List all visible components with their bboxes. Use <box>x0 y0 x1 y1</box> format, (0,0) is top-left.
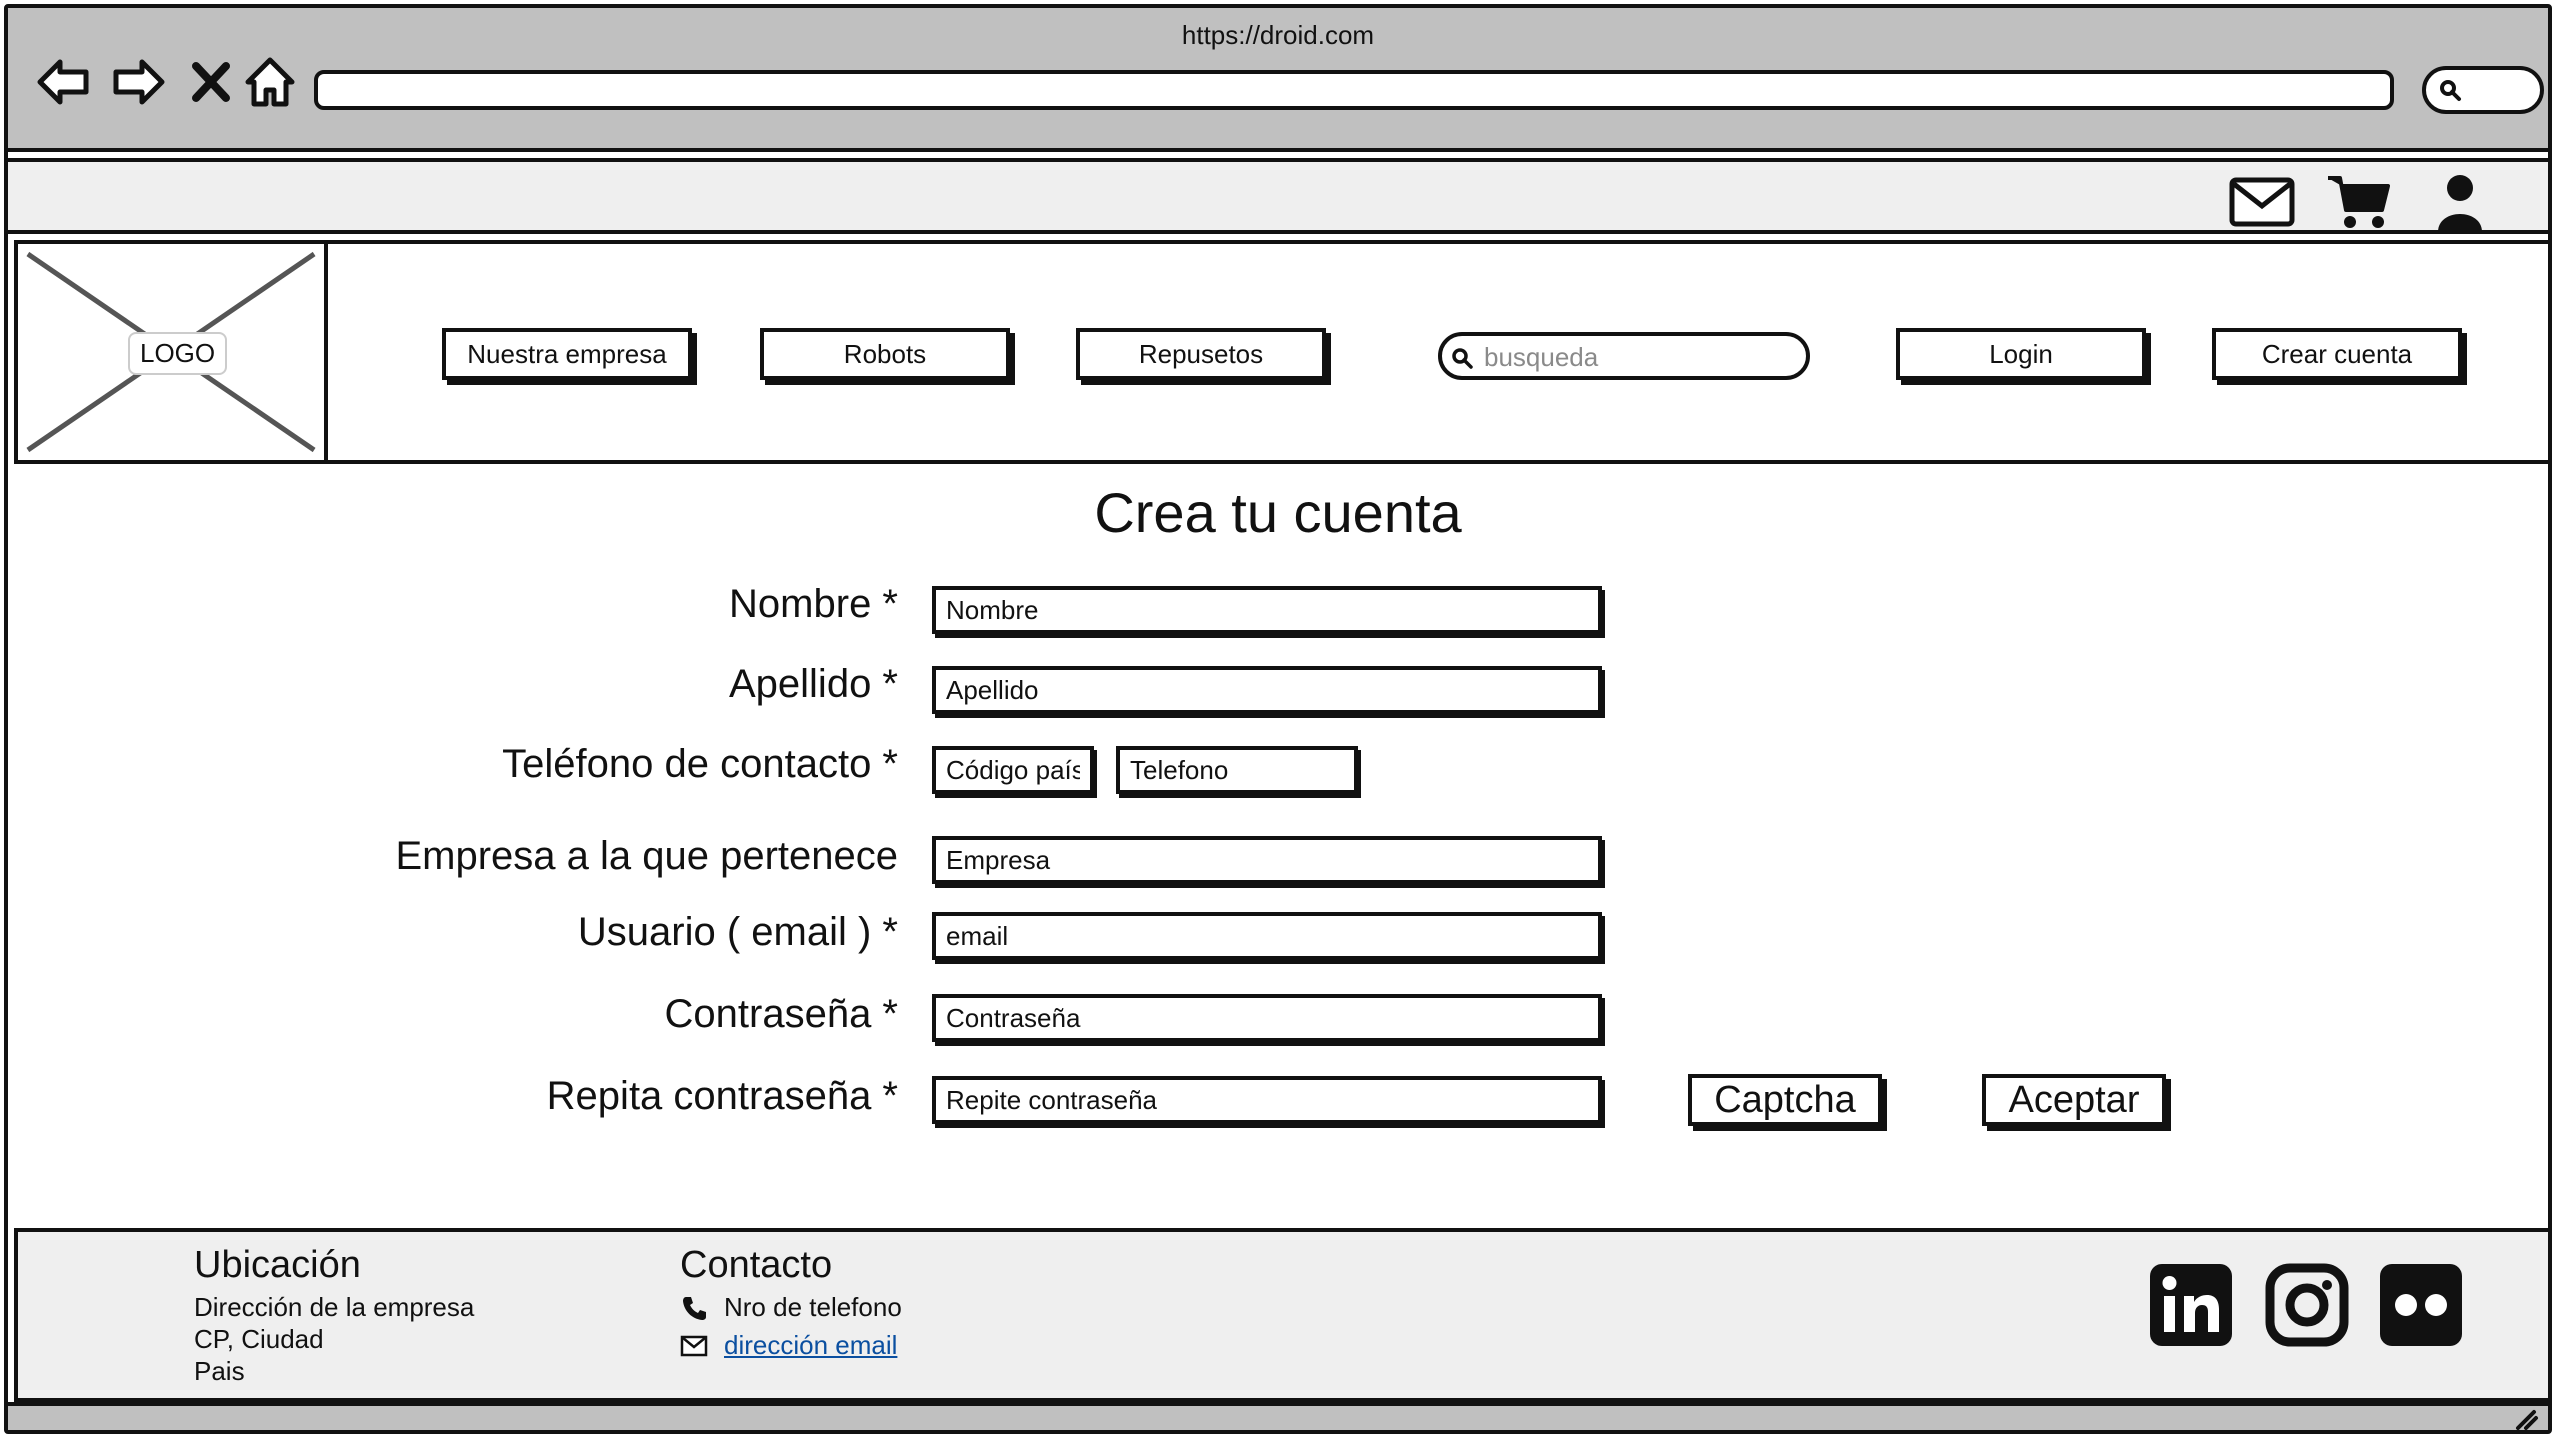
email-input[interactable] <box>932 912 1602 960</box>
repeat-password-input[interactable] <box>932 1076 1602 1124</box>
label-empresa: Empresa a la que pertenece <box>395 834 898 878</box>
browser-url: https://droid.com <box>1181 20 1375 50</box>
password-input[interactable] <box>932 994 1602 1042</box>
phone-icon <box>680 1294 708 1322</box>
login-button[interactable]: Login <box>1896 328 2146 380</box>
label-apellido: Apellido * <box>728 662 898 706</box>
address-bar[interactable] <box>314 70 2394 110</box>
empresa-input[interactable] <box>932 836 1602 884</box>
close-x-icon[interactable] <box>186 52 236 112</box>
accept-button[interactable]: Aceptar <box>1982 1074 2166 1126</box>
footer-location-heading: Ubicación <box>194 1244 361 1286</box>
nombre-input[interactable] <box>932 586 1602 634</box>
footer-contact-heading: Contacto <box>680 1244 833 1286</box>
nav-robots-button[interactable]: Robots <box>760 328 1010 380</box>
forward-arrow-icon[interactable] <box>108 52 168 112</box>
user-icon[interactable] <box>2426 172 2494 232</box>
label-telefono: Teléfono de contacto * <box>502 742 898 786</box>
logo-placeholder[interactable]: LOGO <box>18 244 328 460</box>
label-repita-contrasena: Repita contraseña * <box>546 1074 898 1118</box>
browser-chrome: https://droid.com <box>8 8 2548 152</box>
browser-window: https://droid.com LOGO Nuestra empresa R… <box>4 4 2552 1434</box>
footer-city-line: CP, Ciudad <box>194 1324 324 1354</box>
captcha-button[interactable]: Captcha <box>1688 1074 1882 1126</box>
linkedin-icon[interactable] <box>2148 1262 2234 1348</box>
mail-icon[interactable] <box>2228 172 2296 232</box>
mail-icon <box>680 1332 708 1360</box>
footer-phone-text: Nro de telefono <box>724 1292 902 1322</box>
site-footer: Ubicación Dirección de la empresa CP, Ci… <box>14 1228 2548 1402</box>
footer-address-line: Dirección de la empresa <box>194 1292 475 1322</box>
resize-grip-icon[interactable] <box>2512 1406 2540 1430</box>
browser-search-field[interactable] <box>2422 66 2544 114</box>
back-arrow-icon[interactable] <box>34 52 94 112</box>
footer-country-line: Pais <box>194 1356 245 1386</box>
logo-label: LOGO <box>128 332 228 375</box>
site-header: LOGO Nuestra empresa Robots Repusetos Lo… <box>14 240 2548 464</box>
cart-icon[interactable] <box>2326 172 2394 232</box>
browser-status-bar <box>8 1402 2548 1430</box>
search-icon <box>1452 348 1473 369</box>
nav-nuestra-empresa-button[interactable]: Nuestra empresa <box>442 328 692 380</box>
label-nombre: Nombre * <box>729 582 898 626</box>
label-usuario: Usuario ( email ) * <box>577 910 898 954</box>
country-code-input[interactable] <box>932 746 1094 794</box>
flickr-icon[interactable] <box>2378 1262 2464 1348</box>
page-title: Crea tu cuenta <box>1094 481 1462 544</box>
telefono-input[interactable] <box>1116 746 1358 794</box>
search-icon <box>2440 80 2461 101</box>
home-icon[interactable] <box>240 52 300 112</box>
create-account-button[interactable]: Crear cuenta <box>2212 328 2462 380</box>
site-search-input[interactable] <box>1482 340 1796 374</box>
apellido-input[interactable] <box>932 666 1602 714</box>
footer-email-link[interactable]: dirección email <box>724 1330 897 1361</box>
nav-repuestos-button[interactable]: Repusetos <box>1076 328 1326 380</box>
site-search-field[interactable] <box>1438 332 1810 380</box>
instagram-icon[interactable] <box>2264 1262 2350 1348</box>
utility-bar <box>8 158 2548 234</box>
label-contrasena: Contraseña * <box>664 992 898 1036</box>
